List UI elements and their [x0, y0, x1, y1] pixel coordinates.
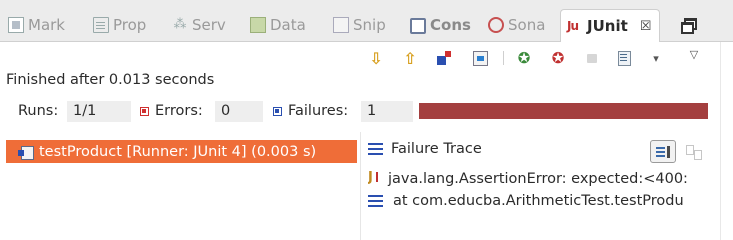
error-icon: [140, 107, 149, 116]
trace-line[interactable]: at com.educba.ArithmeticTest.testProdu: [368, 193, 718, 209]
stack-trace-icon: [368, 143, 383, 155]
sonar-icon: [488, 17, 504, 33]
failures-value: 1: [361, 101, 413, 122]
tab-label: JUnit: [587, 17, 628, 35]
show-failures-only-icon[interactable]: [434, 48, 454, 68]
test-case-label: testProduct [Runner: JUnit 4] (0.003 s): [39, 143, 317, 160]
runs-value: 1/1: [67, 101, 131, 122]
tab-label: Sona: [508, 16, 546, 34]
errors-value: 0: [215, 101, 263, 122]
tab-console[interactable]: Cons: [410, 12, 471, 38]
properties-icon: [93, 17, 109, 33]
tab-label: Serv: [192, 16, 226, 34]
failures-label: Failures:: [288, 103, 349, 119]
trace-text: java.lang.AssertionError: expected:<400:: [388, 171, 688, 187]
tab-snippets[interactable]: Snip: [333, 12, 386, 38]
tab-label: Snip: [353, 16, 386, 34]
view-tab-bar: Mark Prop ⁂ Serv Data Snip Cons Sona Ju …: [0, 0, 733, 42]
maximize-icon[interactable]: [679, 16, 699, 34]
test-case-failed-icon: [18, 145, 34, 160]
tab-label: Mark: [28, 16, 65, 34]
toolbar-separator: [503, 51, 504, 65]
view-border: [720, 42, 721, 240]
status-message: Finished after 0.013 seconds: [6, 72, 215, 88]
test-progress-bar: [419, 103, 708, 119]
tab-servers[interactable]: ⁂ Serv: [172, 12, 226, 38]
tab-label: Data: [270, 16, 306, 34]
panel-divider[interactable]: [360, 132, 361, 240]
tab-properties[interactable]: Prop: [93, 12, 146, 38]
rerun-failed-first-icon[interactable]: ✪: [548, 48, 568, 68]
tab-markers[interactable]: Mark: [8, 12, 65, 38]
trace-text: at com.educba.ArithmeticTest.testProdu: [393, 193, 684, 209]
data-source-icon: [250, 17, 266, 33]
failure-trace-header: Failure Trace: [368, 141, 482, 157]
junit-icon: Ju: [567, 19, 579, 33]
trace-line[interactable]: J java.lang.AssertionError: expected:<40…: [368, 171, 718, 187]
failure-trace-title: Failure Trace: [391, 141, 482, 157]
test-history-icon[interactable]: [470, 48, 490, 68]
tab-junit[interactable]: Ju JUnit ☒: [560, 9, 661, 42]
test-tree-item[interactable]: testProduct [Runner: JUnit 4] (0.003 s): [6, 140, 357, 163]
tab-data-source[interactable]: Data: [250, 12, 306, 38]
layout-icon[interactable]: [614, 48, 634, 68]
stack-frame-icon: [368, 195, 383, 207]
snippets-icon: [333, 17, 349, 33]
tab-label: Cons: [430, 16, 471, 34]
progress-fill: [419, 103, 708, 119]
servers-icon: ⁂: [173, 17, 187, 32]
previous-failure-icon[interactable]: ⇧: [400, 48, 420, 68]
stop-icon[interactable]: [582, 48, 602, 68]
dropdown-icon[interactable]: ▾: [646, 48, 666, 68]
errors-label: Errors:: [155, 103, 203, 119]
filter-stack-trace-button[interactable]: [650, 140, 676, 163]
failure-icon: [273, 107, 282, 116]
close-icon[interactable]: ☒: [640, 19, 652, 34]
console-icon: [410, 17, 426, 34]
next-failure-icon[interactable]: ⇩: [366, 48, 386, 68]
markers-icon: [8, 17, 24, 33]
runs-label: Runs:: [18, 103, 59, 119]
exception-icon: J: [368, 171, 384, 187]
compare-result-button[interactable]: [684, 142, 704, 162]
tab-label: Prop: [113, 16, 147, 34]
tab-sonar[interactable]: Sona: [488, 12, 545, 38]
view-menu-icon[interactable]: ▽: [684, 44, 704, 64]
rerun-test-icon[interactable]: ✪: [514, 48, 534, 68]
